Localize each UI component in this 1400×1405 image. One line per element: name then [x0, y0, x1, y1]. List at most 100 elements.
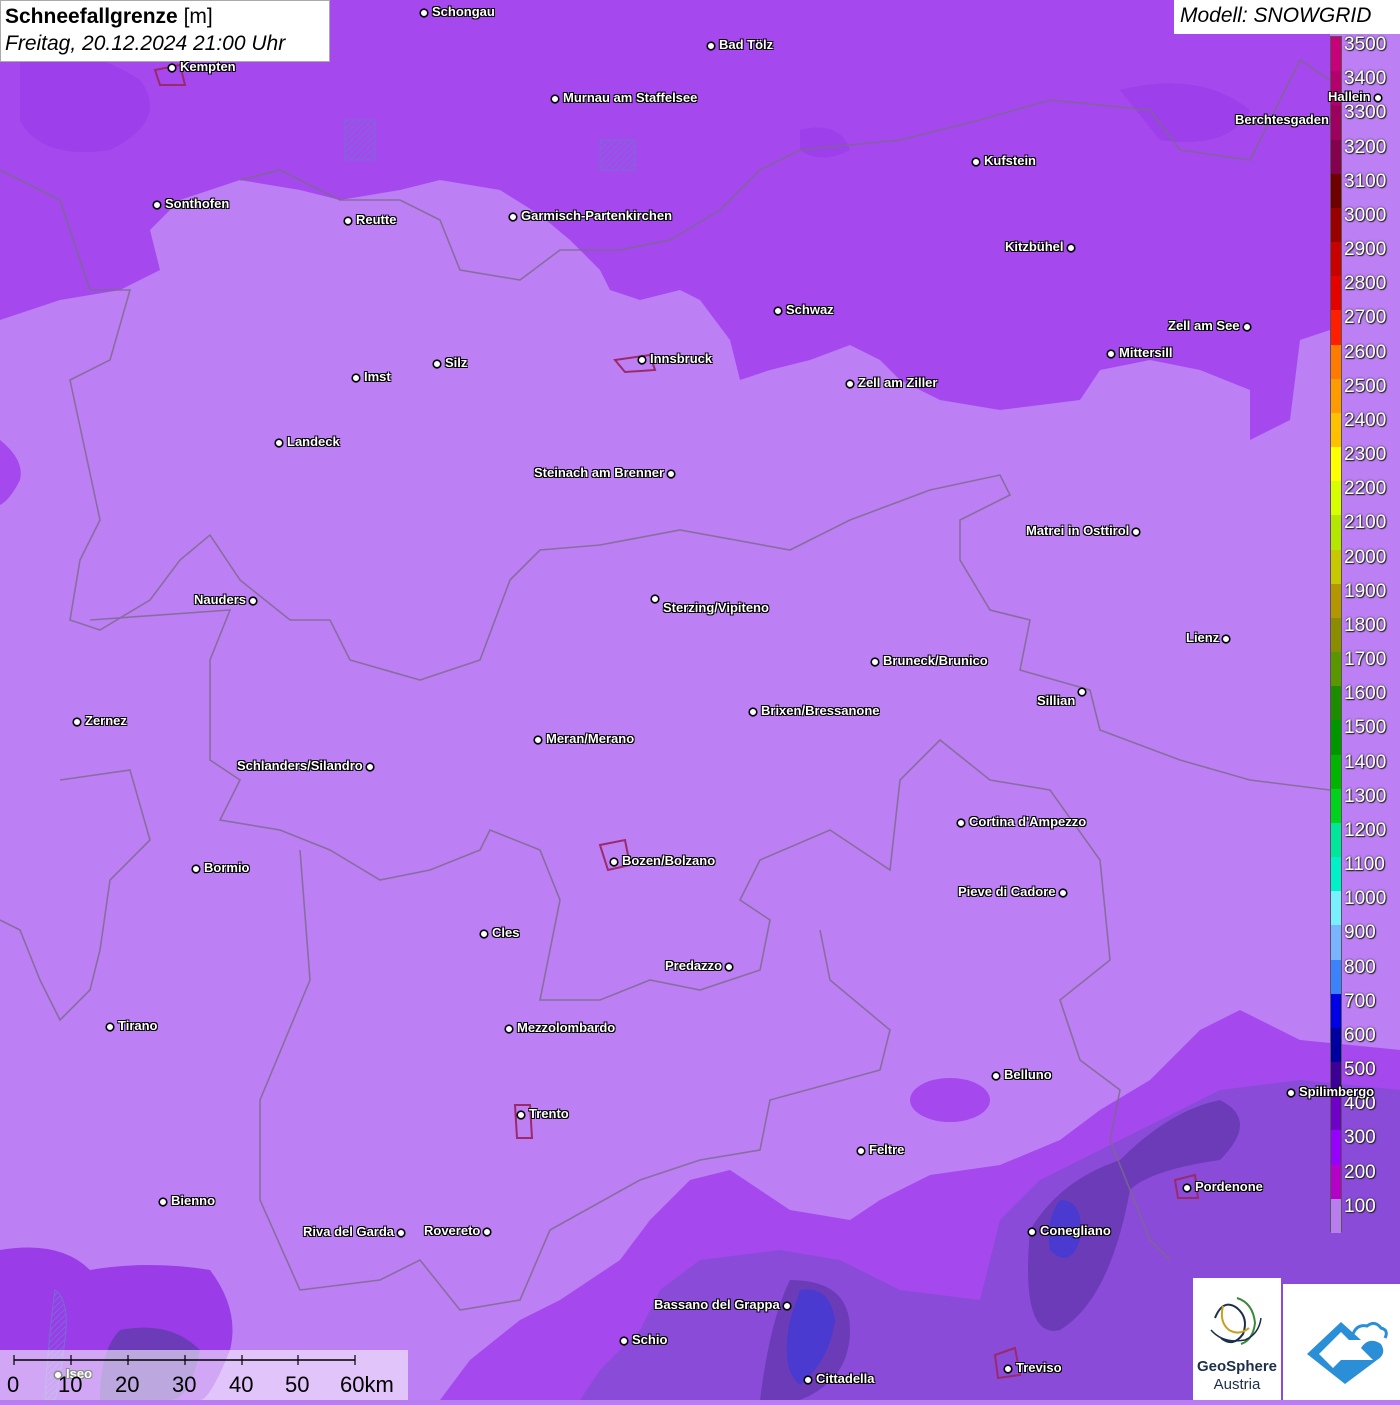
legend-swatch: [1331, 276, 1341, 311]
city-label: Cles: [492, 925, 520, 940]
city-marker[interactable]: [845, 379, 855, 389]
legend-swatch: [1331, 1198, 1341, 1234]
city-marker[interactable]: [1221, 634, 1231, 644]
city-marker[interactable]: [856, 1146, 866, 1156]
city-marker[interactable]: [666, 469, 676, 479]
lake-staffelsee: [599, 139, 636, 171]
legend-swatch: [1331, 1130, 1341, 1166]
city-label: Bad Tölz: [719, 37, 774, 52]
legend-label: 700: [1344, 990, 1376, 1012]
legend-swatch: [1331, 447, 1341, 482]
city-marker[interactable]: [706, 41, 716, 51]
city-marker[interactable]: [351, 373, 361, 383]
geosphere-name: GeoSphere: [1196, 1358, 1278, 1375]
legend-label: 1100: [1344, 854, 1385, 876]
city-marker[interactable]: [1286, 1088, 1296, 1098]
city-marker[interactable]: [1003, 1364, 1013, 1374]
title-label: Schneefallgrenze: [5, 5, 178, 28]
partner-logo[interactable]: [1283, 1284, 1400, 1400]
city-marker[interactable]: [550, 94, 560, 104]
city-marker[interactable]: [152, 200, 162, 210]
city-marker[interactable]: [1182, 1183, 1192, 1193]
legend-swatch: [1331, 686, 1341, 721]
city-marker[interactable]: [1242, 322, 1252, 332]
city-marker[interactable]: [1058, 888, 1068, 898]
city-marker[interactable]: [803, 1375, 813, 1385]
city-marker[interactable]: [432, 359, 442, 369]
city-marker[interactable]: [167, 63, 177, 73]
legend-swatch: [1331, 1164, 1341, 1200]
city-marker[interactable]: [1066, 243, 1076, 253]
legend-swatch: [1331, 412, 1341, 448]
city-label: Landeck: [287, 434, 340, 449]
model-label: Modell: SNOWGRID: [1174, 0, 1400, 34]
city-marker[interactable]: [419, 8, 429, 18]
city-marker[interactable]: [158, 1197, 168, 1207]
belluno-zone: [910, 1078, 990, 1122]
legend-label: 2700: [1344, 307, 1387, 329]
city-marker[interactable]: [105, 1022, 115, 1032]
city-marker[interactable]: [870, 657, 880, 667]
city-marker[interactable]: [619, 1336, 629, 1346]
city-label: Sterzing/Vipiteno: [663, 600, 769, 615]
city-marker[interactable]: [1106, 349, 1116, 359]
city-marker[interactable]: [482, 1227, 492, 1237]
city-marker[interactable]: [72, 717, 82, 727]
city-marker[interactable]: [782, 1301, 792, 1311]
city-marker[interactable]: [479, 929, 489, 939]
city-marker[interactable]: [1027, 1227, 1037, 1237]
scale-tick-40: 40: [229, 1372, 254, 1397]
legend-swatch: [1331, 1027, 1341, 1063]
scale-tick-60: 60km: [340, 1372, 394, 1397]
city-marker[interactable]: [971, 157, 981, 167]
legend-label: 900: [1344, 922, 1376, 944]
city-marker[interactable]: [504, 1024, 514, 1034]
city-label: Zernez: [85, 713, 127, 728]
legend-swatch: [1331, 37, 1341, 72]
city-marker[interactable]: [191, 864, 201, 874]
city-marker[interactable]: [365, 762, 375, 772]
legend-label: 3300: [1344, 102, 1387, 124]
geosphere-logo[interactable]: GeoSphere Austria: [1193, 1278, 1281, 1400]
city-marker[interactable]: [533, 735, 543, 745]
scale-tick-30: 30: [172, 1372, 197, 1397]
city-marker[interactable]: [1131, 527, 1141, 537]
legend-swatch: [1331, 925, 1341, 961]
legend-label: 1000: [1344, 888, 1387, 910]
city-marker[interactable]: [343, 216, 353, 226]
city-label: Schio: [632, 1332, 668, 1347]
city-marker[interactable]: [1077, 687, 1087, 697]
city-marker[interactable]: [396, 1228, 406, 1238]
city-marker[interactable]: [650, 594, 660, 604]
city-label: Kufstein: [984, 153, 1036, 168]
lake-ammersee: [344, 119, 376, 161]
city-marker[interactable]: [991, 1071, 1001, 1081]
city-label: Steinach am Brenner: [534, 465, 665, 480]
legend-swatch: [1331, 242, 1341, 277]
legend-label: 1600: [1344, 683, 1387, 705]
legend-swatch: [1331, 652, 1341, 687]
legend-swatch: [1331, 788, 1341, 824]
city-marker[interactable]: [773, 306, 783, 316]
city-marker[interactable]: [248, 596, 258, 606]
legend-swatch: [1331, 207, 1341, 243]
city-marker[interactable]: [637, 355, 647, 365]
city-label: Schongau: [432, 4, 495, 19]
geosphere-emblem-icon: [1210, 1297, 1262, 1345]
legend-label: 100: [1344, 1195, 1376, 1217]
city-marker[interactable]: [609, 857, 619, 867]
city-marker[interactable]: [956, 818, 966, 828]
title-unit: [m]: [183, 5, 213, 28]
city-marker[interactable]: [508, 212, 518, 222]
city-label: Riva del Garda: [303, 1224, 395, 1239]
city-marker[interactable]: [274, 438, 284, 448]
city-marker[interactable]: [516, 1110, 526, 1120]
city-marker[interactable]: [724, 962, 734, 972]
color-legend: 3500 3400 3300 3200 3100 3000 2900 2800 2700 2600…: [1328, 34, 1400, 1234]
city-label: Murnau am Staffelsee: [563, 90, 698, 105]
legend-swatch: [1331, 1096, 1341, 1131]
city-marker[interactable]: [748, 707, 758, 717]
city-label: Bassano del Grappa: [654, 1297, 780, 1312]
legend-swatch: [1331, 139, 1341, 175]
city-label: Trento: [529, 1106, 569, 1121]
